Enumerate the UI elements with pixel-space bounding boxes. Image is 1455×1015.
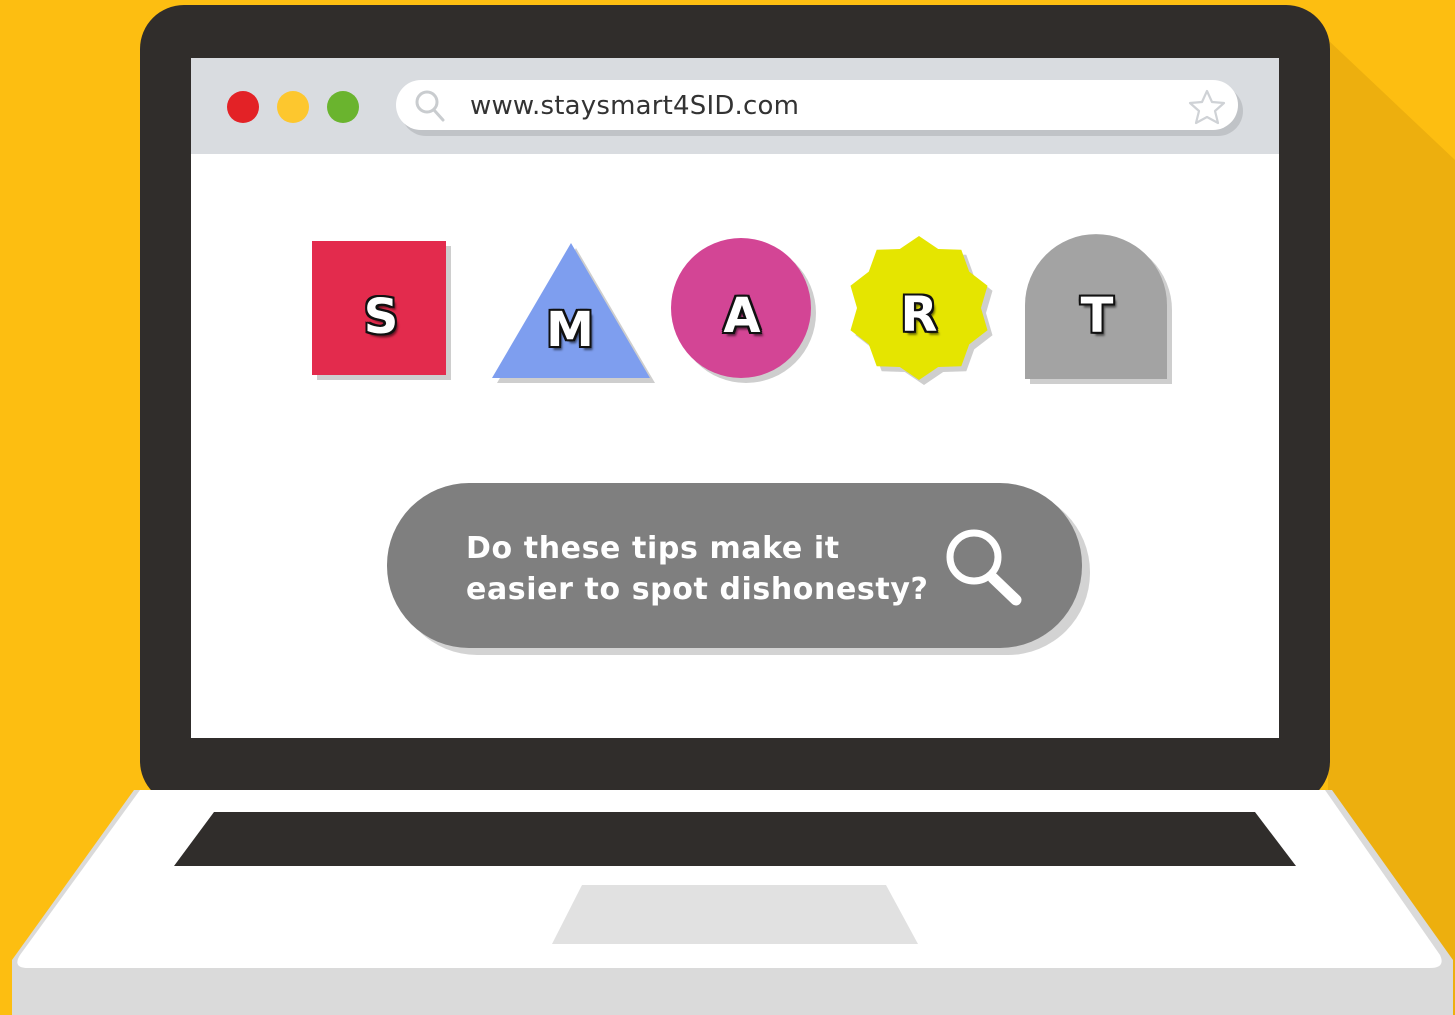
trackpad <box>552 885 918 944</box>
laptop-illustration <box>12 5 1455 1015</box>
tile-letter-s: S <box>363 289 399 345</box>
tile-letter-r: R <box>900 287 938 343</box>
url-text[interactable]: www.staysmart4SID.com <box>470 88 799 124</box>
keyboard <box>174 812 1296 866</box>
tile-letter-a: A <box>723 288 761 344</box>
maximize-window-dot <box>327 91 359 123</box>
search-query-line-2: easier to spot dishonesty? <box>466 572 929 607</box>
search-query[interactable]: Do these tips make it easier to spot dis… <box>466 528 946 610</box>
tile-letter-m: M <box>546 302 594 358</box>
minimize-window-dot <box>277 91 309 123</box>
tile-letter-t: T <box>1080 288 1114 344</box>
search-query-line-1: Do these tips make it <box>466 531 840 566</box>
close-window-dot <box>227 91 259 123</box>
